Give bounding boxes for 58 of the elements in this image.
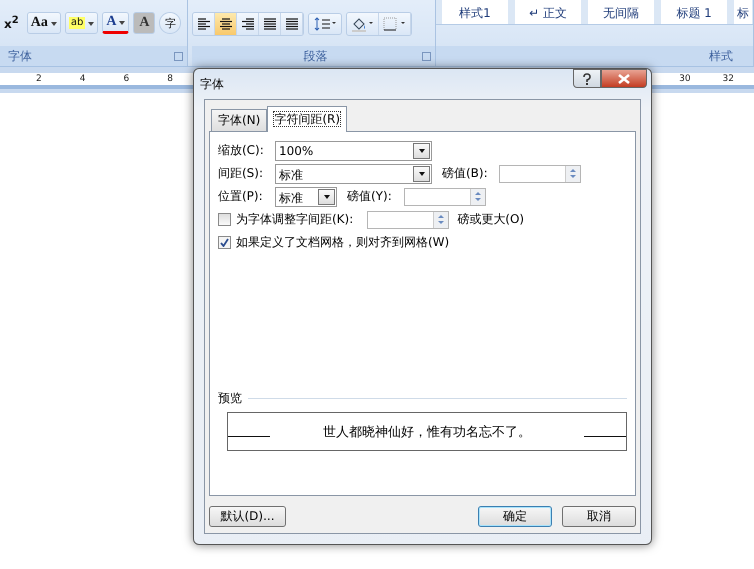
style-item[interactable]: 无间隔 bbox=[588, 0, 654, 24]
font-color-button[interactable]: A bbox=[102, 12, 130, 34]
spin-field[interactable] bbox=[404, 188, 486, 206]
checkbox[interactable] bbox=[218, 236, 231, 249]
ok-button[interactable]: 确定 bbox=[478, 506, 552, 527]
field-label: 磅或更大(O) bbox=[457, 211, 524, 228]
style-item[interactable]: 样式1 bbox=[442, 0, 508, 24]
field-label: 位置(P): bbox=[218, 188, 264, 205]
cancel-button[interactable]: 取消 bbox=[562, 506, 636, 527]
align-right-icon bbox=[240, 16, 256, 32]
enclose-character-button[interactable]: 字 bbox=[159, 12, 182, 34]
align-left-icon bbox=[196, 16, 212, 32]
group-label: 段落 bbox=[304, 48, 328, 64]
ruler-number: 6 bbox=[123, 73, 130, 85]
align-distributed-icon bbox=[284, 16, 300, 32]
group-label: 样式 bbox=[709, 48, 733, 64]
close-icon bbox=[617, 74, 631, 84]
field-label: 缩放(C): bbox=[218, 142, 265, 159]
align-center-button[interactable] bbox=[215, 13, 237, 35]
style-item[interactable]: 标题 1 bbox=[661, 0, 727, 24]
checkbox-label[interactable]: 如果定义了文档网格，则对齐到网格(W) bbox=[236, 234, 450, 251]
line-spacing-button[interactable] bbox=[308, 13, 342, 35]
close-button[interactable] bbox=[601, 69, 647, 88]
help-button[interactable] bbox=[573, 69, 601, 88]
superscript-button[interactable]: x$^{2}$ bbox=[0, 12, 23, 34]
ruler-number: 8 bbox=[167, 73, 173, 85]
spin-arrows-icon bbox=[565, 166, 580, 182]
tab[interactable]: 字符间距(R) bbox=[267, 106, 348, 132]
ruler-number: 30 bbox=[679, 73, 691, 85]
group-label: 字体 bbox=[8, 48, 32, 64]
field-label: 磅值(Y): bbox=[347, 188, 393, 205]
style-item[interactable]: ↵ 正文 bbox=[515, 0, 581, 24]
dropdown-field[interactable]: 标准 bbox=[275, 164, 432, 184]
style-item[interactable]: 标 bbox=[734, 0, 752, 24]
ruler-number: 4 bbox=[80, 73, 86, 85]
align-center-icon bbox=[218, 16, 234, 32]
spin-field[interactable] bbox=[499, 164, 581, 182]
checkbox[interactable] bbox=[218, 213, 231, 226]
spin-field[interactable] bbox=[367, 210, 450, 228]
help-icon bbox=[582, 72, 592, 84]
dropdown-field[interactable]: 100% bbox=[275, 140, 432, 160]
character-shading-button[interactable]: A bbox=[133, 12, 156, 34]
preview-text: 世人都晓神仙好，惟有功名忘不了。 bbox=[323, 424, 531, 440]
highlight-button[interactable]: ab bbox=[64, 12, 98, 34]
checkbox-label[interactable]: 为字体调整字间距(K): bbox=[236, 211, 354, 228]
align-justify-icon bbox=[262, 16, 278, 32]
spin-arrows-icon bbox=[433, 212, 448, 228]
dropdown-field[interactable]: 标准 bbox=[275, 186, 337, 206]
window-title: 字体 bbox=[200, 76, 224, 93]
tab[interactable]: 字体(N) bbox=[211, 109, 268, 131]
default-button[interactable]: 默认(D)... bbox=[209, 506, 286, 527]
field-label: 磅值(B): bbox=[442, 165, 489, 182]
change-case-button[interactable]: Aa bbox=[26, 12, 61, 34]
ruler-number: 2 bbox=[36, 73, 42, 85]
field-label: 间距(S): bbox=[218, 165, 264, 182]
ruler-number: 32 bbox=[722, 73, 734, 85]
preview-label: 预览 bbox=[218, 390, 242, 407]
spin-arrows-icon bbox=[470, 188, 485, 204]
